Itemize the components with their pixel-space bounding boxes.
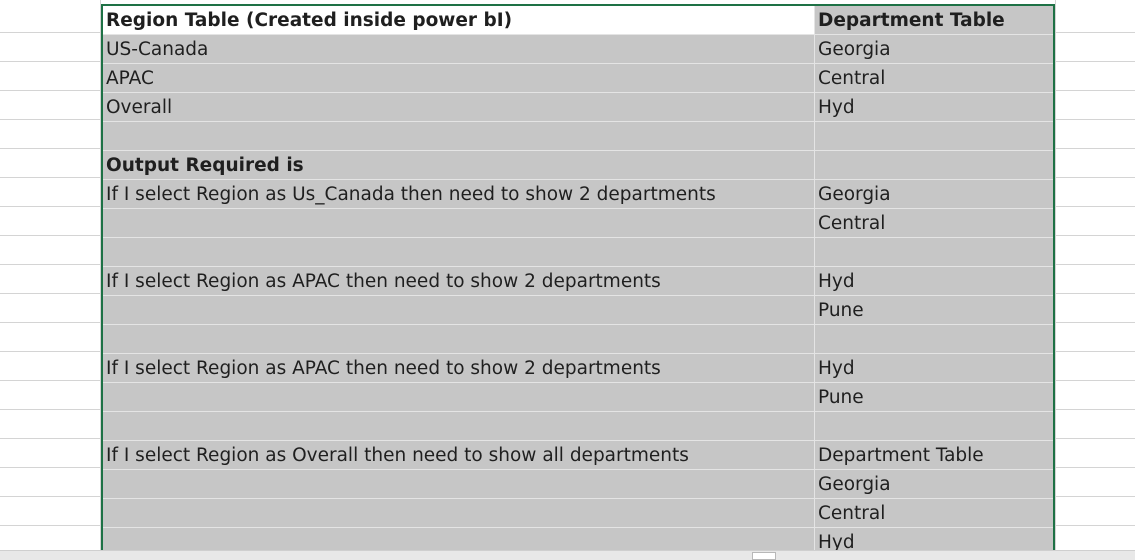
cell-department[interactable]: Georgia xyxy=(815,470,1053,499)
table-row: If I select Region as Us_Canada then nee… xyxy=(103,180,1053,209)
table-row xyxy=(103,122,1053,151)
cell-department[interactable]: Hyd xyxy=(815,354,1053,383)
cell-empty[interactable] xyxy=(103,209,815,238)
scrollbar-thumb[interactable] xyxy=(752,552,776,560)
table-row: If I select Region as Overall then need … xyxy=(103,441,1053,470)
table-row: Region Table (Created inside power bI) D… xyxy=(103,6,1053,35)
spreadsheet-grid[interactable]: Region Table (Created inside power bI) D… xyxy=(0,0,1135,560)
cell-region[interactable]: US-Canada xyxy=(103,35,815,64)
cell-empty[interactable] xyxy=(103,122,815,151)
table-row: Output Required is xyxy=(103,151,1053,180)
cell-region-header[interactable]: Region Table (Created inside power bI) xyxy=(103,6,815,35)
cell-empty[interactable] xyxy=(103,412,815,441)
column-gridline xyxy=(1055,0,1056,550)
cell-empty[interactable] xyxy=(815,325,1053,354)
cell-department-header[interactable]: Department Table xyxy=(815,6,1053,35)
cell-department[interactable]: Hyd xyxy=(815,267,1053,296)
table-row: Central xyxy=(103,209,1053,238)
cell-department[interactable]: Georgia xyxy=(815,180,1053,209)
table-row: Pune xyxy=(103,383,1053,412)
cell-empty[interactable] xyxy=(103,383,815,412)
cell-empty[interactable] xyxy=(103,238,815,267)
cell-condition[interactable]: If I select Region as APAC then need to … xyxy=(103,267,815,296)
cell-department[interactable]: Central xyxy=(815,64,1053,93)
table-row xyxy=(103,325,1053,354)
cell-department[interactable]: Department Table xyxy=(815,441,1053,470)
cell-empty[interactable] xyxy=(103,296,815,325)
cell-department[interactable]: Pune xyxy=(815,383,1053,412)
cell-condition[interactable]: If I select Region as Overall then need … xyxy=(103,441,815,470)
table-row: Overall Hyd xyxy=(103,93,1053,122)
cell-department[interactable]: Pune xyxy=(815,296,1053,325)
cell-output-heading[interactable]: Output Required is xyxy=(103,151,815,180)
cell-condition[interactable]: If I select Region as Us_Canada then nee… xyxy=(103,180,815,209)
table-row: Georgia xyxy=(103,470,1053,499)
selected-range[interactable]: Region Table (Created inside power bI) D… xyxy=(101,4,1055,550)
cell-region[interactable]: Overall xyxy=(103,93,815,122)
cell-region[interactable]: APAC xyxy=(103,64,815,93)
cell-department[interactable]: Hyd xyxy=(815,528,1053,550)
cell-empty[interactable] xyxy=(103,499,815,528)
cell-empty[interactable] xyxy=(103,325,815,354)
cell-empty[interactable] xyxy=(815,122,1053,151)
cell-empty[interactable] xyxy=(815,412,1053,441)
table-row: Hyd xyxy=(103,528,1053,550)
table-row: Central xyxy=(103,499,1053,528)
cell-department[interactable]: Central xyxy=(815,209,1053,238)
cell-empty[interactable] xyxy=(103,528,815,550)
table-row: If I select Region as APAC then need to … xyxy=(103,267,1053,296)
cell-condition[interactable]: If I select Region as APAC then need to … xyxy=(103,354,815,383)
cell-empty[interactable] xyxy=(103,470,815,499)
cell-department[interactable]: Central xyxy=(815,499,1053,528)
cell-department[interactable]: Georgia xyxy=(815,35,1053,64)
table-row xyxy=(103,238,1053,267)
cell-empty[interactable] xyxy=(815,238,1053,267)
table-row xyxy=(103,412,1053,441)
cell-department[interactable]: Hyd xyxy=(815,93,1053,122)
table-row: Pune xyxy=(103,296,1053,325)
cell-empty[interactable] xyxy=(815,151,1053,180)
table-row: US-Canada Georgia xyxy=(103,35,1053,64)
table-row: APAC Central xyxy=(103,64,1053,93)
horizontal-scrollbar[interactable] xyxy=(0,550,1135,560)
table-row: If I select Region as APAC then need to … xyxy=(103,354,1053,383)
